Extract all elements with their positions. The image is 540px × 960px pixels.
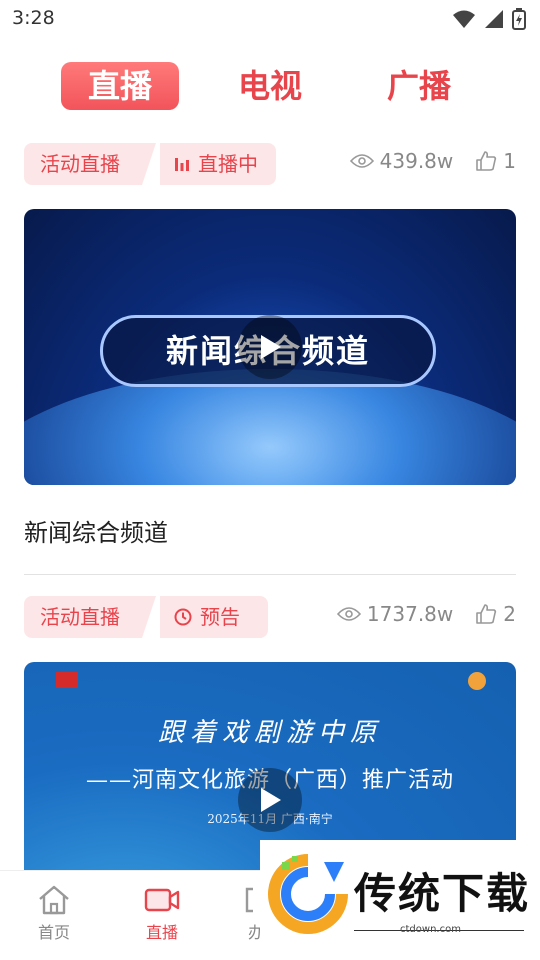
status-badge: 直播中	[160, 143, 276, 185]
tag-group: 活动直播 直播中	[24, 143, 276, 185]
watermark-url: ctdown.com	[400, 924, 461, 935]
nav-home[interactable]: 首页	[14, 885, 94, 943]
watermark-brand: 传统下载	[354, 869, 531, 918]
tab-tv[interactable]: 电视	[211, 62, 329, 110]
nav-live[interactable]: 直播	[122, 885, 202, 943]
battery-icon	[512, 8, 526, 30]
watermark-logo-icon	[268, 854, 348, 934]
view-count: 439.8w	[379, 149, 454, 173]
status-badge: 预告	[160, 596, 268, 638]
thumbs-up-icon[interactable]	[475, 603, 497, 625]
play-icon	[261, 788, 281, 812]
like-count: 2	[503, 602, 516, 626]
view-count: 1737.8w	[366, 602, 454, 626]
play-button[interactable]	[238, 768, 302, 832]
divider	[24, 574, 516, 575]
organizer-logo-left	[54, 670, 80, 693]
live-bars-icon	[175, 158, 189, 171]
nav-home-label: 首页	[37, 923, 70, 942]
tag-group: 活动直播 预告	[24, 596, 268, 638]
category-tag: 活动直播	[24, 596, 156, 638]
nav-live-label: 直播	[145, 923, 178, 942]
thumbs-up-icon[interactable]	[475, 150, 497, 172]
like-count: 1	[503, 149, 516, 173]
status-label: 直播中	[198, 152, 258, 176]
wifi-icon	[453, 10, 475, 28]
play-icon	[261, 335, 281, 359]
watermark: 传统下载 ctdown.com	[260, 840, 540, 960]
banner-headline: 跟着戏剧游中原	[157, 718, 382, 748]
organizer-logo-right	[466, 670, 488, 695]
home-icon	[39, 885, 69, 915]
top-tabs: 直播 电视 广播	[0, 62, 540, 110]
card-stats: 1737.8w 2	[336, 602, 516, 626]
category-tag: 活动直播	[24, 143, 156, 185]
eye-icon	[349, 154, 374, 168]
video-camera-icon	[144, 888, 180, 912]
card-stats: 439.8w 1	[349, 149, 516, 173]
video-thumbnail[interactable]: 新闻综合频道	[24, 209, 516, 485]
signal-icon	[485, 10, 503, 28]
clock-icon	[174, 608, 192, 626]
status-icons	[452, 8, 526, 30]
status-time: 3:28	[12, 7, 55, 29]
status-bar: 3:28	[0, 0, 540, 38]
live-card[interactable]: 活动直播 直播中 439.8w 1 新闻综合频道	[24, 143, 516, 575]
eye-icon	[336, 607, 361, 621]
card-meta: 活动直播 预告 1737.8w 2	[24, 596, 516, 640]
item-title[interactable]: 新闻综合频道	[24, 513, 516, 548]
tab-radio[interactable]: 广播	[360, 62, 478, 110]
status-label: 预告	[200, 605, 240, 629]
play-button[interactable]	[238, 315, 302, 379]
tab-live[interactable]: 直播	[61, 62, 179, 110]
card-meta: 活动直播 直播中 439.8w 1	[24, 143, 516, 187]
